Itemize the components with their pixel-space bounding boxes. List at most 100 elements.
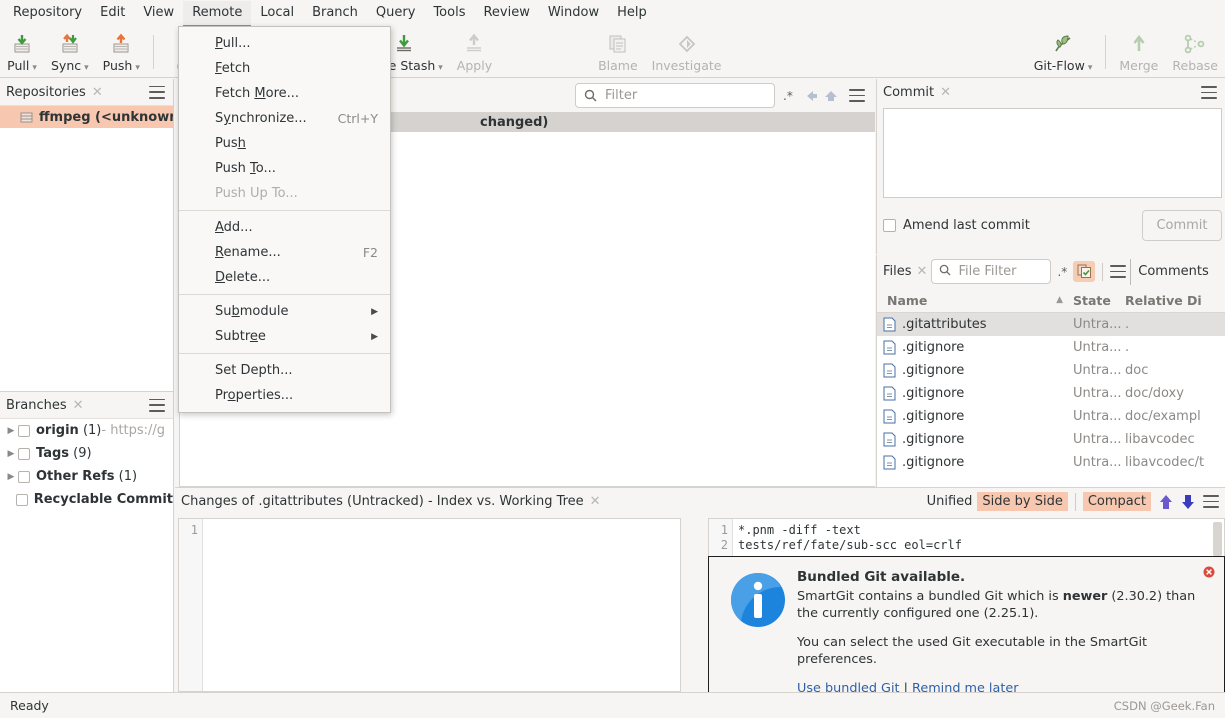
column-header-name[interactable]: Name ▲ xyxy=(877,293,1073,308)
menu-item-push[interactable]: Push xyxy=(179,131,390,156)
menu-review[interactable]: Review xyxy=(474,1,538,26)
toolbar-merge-label: Merge xyxy=(1119,58,1159,73)
menu-item-add[interactable]: Add... xyxy=(179,215,390,240)
diff-scrollbar-thumb[interactable] xyxy=(1213,522,1222,556)
toolbar-sync-button[interactable]: Sync ▾ xyxy=(44,29,96,74)
menu-repository[interactable]: Repository xyxy=(4,1,91,26)
menu-item-pull[interactable]: Pull... xyxy=(179,31,390,56)
previous-change-icon[interactable] xyxy=(1159,494,1173,510)
menu-item-submodule[interactable]: Submodule ▶ xyxy=(179,299,390,324)
repository-row[interactable]: ffmpeg (<unknown xyxy=(0,106,173,128)
menu-item-synchronize[interactable]: Synchronize... Ctrl+Y xyxy=(179,106,390,131)
commit-message-input[interactable] xyxy=(883,108,1222,198)
toolbar-push-button[interactable]: Push ▾ xyxy=(96,29,147,74)
close-icon[interactable]: ✕ xyxy=(92,85,103,100)
line-number: 2 xyxy=(720,538,728,552)
table-row[interactable]: .gitignore Untra... libavcodec/t xyxy=(877,451,1225,474)
close-icon[interactable]: ✕ xyxy=(590,494,601,509)
view-mode-compact[interactable]: Compact xyxy=(1082,492,1151,511)
menu-help[interactable]: Help xyxy=(608,1,656,26)
chevron-right-icon[interactable]: ▶ xyxy=(4,449,18,459)
toolbar-git-flow-button[interactable]: Git-Flow ▾ xyxy=(1027,29,1100,74)
hamburger-icon[interactable] xyxy=(1201,86,1217,99)
toolbar-pull-button[interactable]: Pull ▾ xyxy=(0,29,44,74)
amend-checkbox-box[interactable] xyxy=(883,218,896,232)
table-row[interactable]: .gitignore Untra... doc/doxy xyxy=(877,382,1225,405)
branch-checkbox[interactable] xyxy=(18,447,30,460)
file-relative-dir: doc/exampl xyxy=(1125,409,1201,424)
files-toolbar-separator xyxy=(1102,262,1104,281)
column-header-state[interactable]: State xyxy=(1073,293,1125,308)
hamburger-icon[interactable] xyxy=(1110,265,1127,278)
menu-window[interactable]: Window xyxy=(539,1,608,26)
save-stash-icon xyxy=(393,31,415,57)
menu-query[interactable]: Query xyxy=(367,1,425,26)
file-state: Untra... xyxy=(1073,455,1122,470)
toolbar-blame-button[interactable]: Blame xyxy=(591,29,645,74)
log-filter-input[interactable] xyxy=(603,87,766,104)
menu-item-delete[interactable]: Delete... xyxy=(179,265,390,290)
tab-comments[interactable]: Comments xyxy=(1130,258,1209,285)
branch-row-other-refs[interactable]: ▶ Other Refs (1) xyxy=(0,465,173,488)
file-name: .gitattributes xyxy=(902,317,987,332)
file-regex-toggle[interactable]: .* xyxy=(1057,265,1067,279)
menu-item-properties[interactable]: Properties... xyxy=(179,383,390,408)
file-filter-input[interactable] xyxy=(956,263,1044,280)
view-mode-side-by-side[interactable]: Side by Side xyxy=(977,492,1068,511)
view-mode-unified[interactable]: Unified xyxy=(922,492,978,511)
branch-row-recyclable-commits[interactable]: ▶ Recyclable Commit xyxy=(0,488,173,511)
log-regex-toggle[interactable]: .* xyxy=(783,89,793,103)
hamburger-icon[interactable] xyxy=(848,89,865,102)
notification-title: Bundled Git available. xyxy=(797,569,966,585)
menu-local[interactable]: Local xyxy=(251,1,303,26)
menu-branch[interactable]: Branch xyxy=(303,1,367,26)
show-staged-files-icon[interactable] xyxy=(1073,261,1096,282)
chevron-right-icon[interactable]: ▶ xyxy=(4,472,18,482)
toolbar-merge-button[interactable]: Merge xyxy=(1112,29,1165,74)
table-row[interactable]: .gitignore Untra... . xyxy=(877,336,1225,359)
table-row[interactable]: .gitattributes Untra... . xyxy=(877,313,1225,336)
chevron-right-icon[interactable]: ▶ xyxy=(4,426,18,436)
menu-item-set-depth[interactable]: Set Depth... xyxy=(179,358,390,383)
toolbar-apply-button[interactable]: Apply xyxy=(450,29,499,74)
commit-button[interactable]: Commit xyxy=(1142,209,1222,241)
diff-left-code[interactable] xyxy=(203,519,680,691)
close-icon[interactable] xyxy=(1203,566,1215,581)
menu-edit[interactable]: Edit xyxy=(91,1,134,26)
branch-row-origin[interactable]: ▶ origin (1) - https://g xyxy=(0,419,173,442)
file-state: Untra... xyxy=(1073,432,1122,447)
close-icon[interactable]: ✕ xyxy=(940,85,951,100)
menu-item-push-to[interactable]: Push To... xyxy=(179,156,390,181)
file-filter-box[interactable] xyxy=(931,259,1052,284)
up-arrow-icon[interactable] xyxy=(823,89,839,103)
menu-item-subtree[interactable]: Subtree ▶ xyxy=(179,324,390,349)
toolbar-rebase-button[interactable]: Rebase xyxy=(1165,29,1225,74)
file-state: Untra... xyxy=(1073,386,1122,401)
hamburger-icon[interactable] xyxy=(149,398,165,412)
branch-checkbox[interactable] xyxy=(18,424,30,437)
next-change-icon[interactable] xyxy=(1181,494,1195,510)
menu-item-fetch[interactable]: Fetch xyxy=(179,56,390,81)
branch-row-tags[interactable]: ▶ Tags (9) xyxy=(0,442,173,465)
submenu-arrow-icon: ▶ xyxy=(371,306,378,317)
column-header-relative-dir[interactable]: Relative Di xyxy=(1125,293,1225,308)
menu-item-rename[interactable]: Rename... F2 xyxy=(179,240,390,265)
table-row[interactable]: .gitignore Untra... libavcodec xyxy=(877,428,1225,451)
hamburger-icon[interactable] xyxy=(1203,495,1219,508)
log-filter-box[interactable] xyxy=(575,83,775,108)
amend-last-commit-checkbox[interactable]: Amend last commit xyxy=(883,218,1030,233)
table-row[interactable]: .gitignore Untra... doc xyxy=(877,359,1225,382)
menu-view[interactable]: View xyxy=(134,1,183,26)
menu-item-fetch-more[interactable]: Fetch More... xyxy=(179,81,390,106)
close-icon[interactable]: ✕ xyxy=(73,398,84,413)
branch-checkbox[interactable] xyxy=(15,493,28,506)
back-arrow-icon[interactable] xyxy=(803,89,819,103)
toolbar-investigate-button[interactable]: Investigate xyxy=(645,29,729,74)
menu-remote[interactable]: Remote xyxy=(183,0,252,28)
hamburger-icon[interactable] xyxy=(149,85,165,99)
diff-pane-left[interactable]: 1 xyxy=(178,518,681,692)
menu-tools[interactable]: Tools xyxy=(424,1,474,26)
table-row[interactable]: .gitignore Untra... doc/exampl xyxy=(877,405,1225,428)
close-icon[interactable]: ✕ xyxy=(917,264,928,279)
branch-checkbox[interactable] xyxy=(18,470,30,483)
